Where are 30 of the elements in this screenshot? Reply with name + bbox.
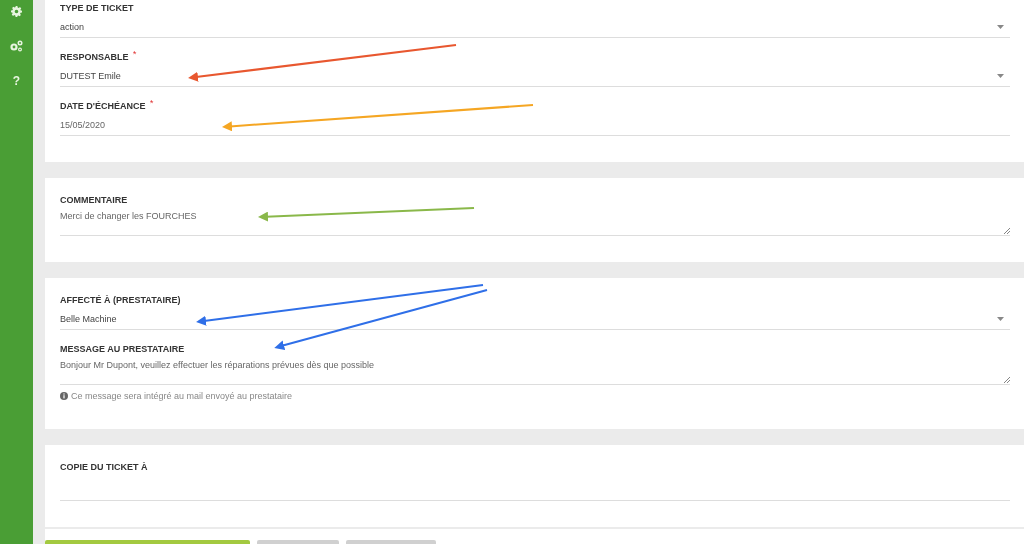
field-label: RESPONSABLE <box>60 52 129 62</box>
field-label: COMMENTAIRE <box>60 195 128 205</box>
select-field[interactable]: Belle Machine <box>60 309 1010 330</box>
field-label: TYPE DE TICKET <box>60 3 134 13</box>
gears-icon[interactable] <box>9 39 24 52</box>
select-field[interactable]: action <box>60 17 1010 38</box>
input-field[interactable]: 15/05/2020 <box>60 115 1010 136</box>
hint-text: Ce message sera intégré au mail envoyé au prestataire <box>71 391 293 401</box>
required-mark: * <box>132 50 137 58</box>
field-value: 15/05/2020 <box>60 120 106 130</box>
field-value: action <box>60 22 85 32</box>
field-label: DATE D'ÉCHÉANCE <box>60 101 146 111</box>
resize-handle-icon[interactable] <box>1004 377 1010 383</box>
info-icon <box>60 392 68 400</box>
gear-icon[interactable] <box>11 6 22 17</box>
field-label: AFFECTÉ À (PRESTATAIRE) <box>60 295 181 305</box>
caret-icon <box>997 317 1004 321</box>
field-label: COPIE DU TICKET À <box>60 462 148 472</box>
select-field[interactable]: DUTEST Emile <box>60 66 1010 87</box>
resize-handle-icon[interactable] <box>1004 228 1010 234</box>
field-value: Belle Machine <box>60 314 117 324</box>
required-mark: * <box>149 99 153 107</box>
field-value: Merci de changer les FOURCHES <box>60 211 197 221</box>
field-value: DUTEST Emile <box>60 71 121 81</box>
field-label: MESSAGE AU PRESTATAIRE <box>60 344 185 354</box>
text-area[interactable]: Merci de changer les FOURCHES <box>60 209 1010 236</box>
text-area[interactable]: Bonjour Mr Dupont, veuillez effectuer les réparations prévues dès que possible <box>60 358 1010 385</box>
caret-icon <box>997 25 1004 29</box>
field-value: Bonjour Mr Dupont, veuillez effectuer les réparations prévues dès que possible <box>60 360 374 370</box>
caret-icon <box>997 74 1004 78</box>
